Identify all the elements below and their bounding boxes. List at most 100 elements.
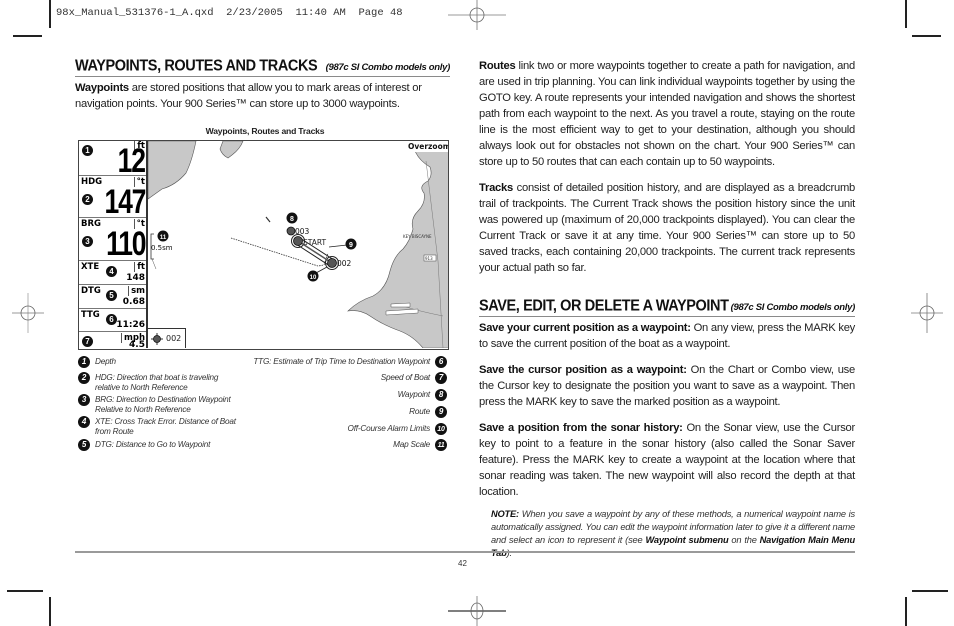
legend-number-badge: 3 <box>78 394 90 406</box>
registration-mark <box>448 596 506 626</box>
legend-item-hdg: 2 HDG: Direction that boat is traveling … <box>78 372 238 393</box>
term-tracks: Tracks <box>479 182 513 194</box>
speed-value: 4.5 <box>129 340 145 350</box>
crop-mark <box>912 590 948 592</box>
registration-mark <box>448 0 506 30</box>
legend-item-dtg: 5 DTG: Distance to Go to Waypoint <box>78 439 248 451</box>
legend-text: HDG: Direction that boat is traveling re… <box>95 373 219 392</box>
model-note: (987c SI Combo models only) <box>325 62 451 73</box>
left-column: WAYPOINTS, ROUTES AND TRACKS (987c SI Co… <box>75 57 451 112</box>
readout-label: TTG <box>81 310 100 320</box>
callout-marker: 6 <box>106 314 117 325</box>
section-header-waypoints-routes-tracks: WAYPOINTS, ROUTES AND TRACKS (987c SI Co… <box>75 57 451 77</box>
legend-text: Map Scale <box>393 440 430 449</box>
legend-number-badge: 1 <box>78 356 90 368</box>
callout-marker-alarm-text: 10 <box>310 275 317 281</box>
callout-marker: 4 <box>106 266 117 277</box>
crop-mark <box>905 597 907 626</box>
map-scale-tick <box>151 258 157 270</box>
legend-item-alarm-limits: Off-Course Alarm Limits 10 <box>287 423 447 435</box>
callout-marker-route-text: 9 <box>349 242 353 249</box>
readout-label: BRG <box>81 219 102 229</box>
depth-value: 12 <box>117 142 146 180</box>
legend-text: Off-Course Alarm Limits <box>347 424 431 433</box>
readout-label: XTE <box>81 262 100 272</box>
legend-item-route: Route 9 <box>287 406 447 418</box>
xte-readout: XTE 4 ft 148 <box>79 262 146 285</box>
boat-heading-mark <box>265 216 271 223</box>
registration-mark <box>911 293 943 333</box>
land-mass-north <box>219 141 244 159</box>
bearing-readout: BRG °t 3 110 <box>79 219 146 261</box>
waypoint-icon-003 <box>286 226 296 236</box>
save-cursor-position-heading: Save the cursor position as a waypoint: <box>479 364 687 376</box>
save-cursor-position-paragraph: Save the cursor position as a waypoint: … <box>479 364 855 408</box>
page-number: 42 <box>458 559 467 568</box>
legend-text: Depth <box>95 357 116 366</box>
chart-map: 913 KEY BISCAYNE 003 START 002 8 9 10 11… <box>148 141 449 348</box>
legend-number-badge: 7 <box>435 372 447 384</box>
note-label: NOTE: <box>491 509 519 519</box>
crosshair-waypoint-icon <box>151 332 163 345</box>
readout-label: HDG <box>81 177 103 187</box>
waypoint-submenu-reference: Waypoint submenu <box>645 535 729 545</box>
depth-readout: 1 ft 12 <box>79 141 146 180</box>
save-sonar-history-heading: Save a position from the sonar history: <box>479 422 683 434</box>
legend-text: Route <box>409 407 430 416</box>
legend-number-badge: 4 <box>78 416 90 428</box>
callout-leader <box>315 266 328 274</box>
legend-item-brg: 3 BRG: Direction to Destination Waypoint… <box>78 394 248 415</box>
chart-screen-figure: 1 ft 12 HDG °t 2 147 BRG °t 3 110 XTE 4 … <box>78 140 449 350</box>
heading-value: 147 <box>104 183 146 221</box>
dtg-value: 0.68 <box>122 297 145 307</box>
overzoom-label: Overzoom <box>408 142 449 151</box>
dtg-readout: DTG 5 sm 0.68 <box>79 286 146 309</box>
legend-text: DTG: Distance to Go to Waypoint <box>95 440 211 449</box>
crop-mark <box>905 0 907 28</box>
callout-marker: 2 <box>82 194 93 205</box>
legend-item-xte: 4 XTE: Cross Track Error. Distance of Bo… <box>78 416 248 437</box>
figure-caption: Waypoints, Routes and Tracks <box>205 126 325 136</box>
term-routes: Routes <box>479 60 516 72</box>
save-sonar-history-paragraph: Save a position from the sonar history: … <box>479 422 855 498</box>
section-title: WAYPOINTS, ROUTES AND TRACKS <box>75 57 318 75</box>
land-mass-key-biscayne <box>347 141 448 348</box>
save-current-position-paragraph: Save your current position as a waypoint… <box>479 322 856 350</box>
legend-item-waypoint: Waypoint 8 <box>287 389 447 401</box>
term-waypoints: Waypoints <box>75 82 129 94</box>
navigation-waypoint-box: 002 <box>148 328 186 348</box>
save-current-position-heading: Save your current position as a waypoint… <box>479 322 691 334</box>
xte-value: 148 <box>126 273 145 283</box>
tracks-paragraph: Tracks consist of detailed position hist… <box>479 182 855 274</box>
nav-waypoint-label: 002 <box>166 334 182 343</box>
file-slug-line: 98x_Manual_531376-1_A.qxd 2/23/2005 11:4… <box>56 7 403 19</box>
right-column: Routes link two or more waypoints togeth… <box>479 58 855 560</box>
ttg-value: 11:26 <box>116 320 145 330</box>
waypoint-label-002: 002 <box>337 259 352 268</box>
ttg-readout: TTG 6 11:26 <box>79 310 146 332</box>
map-road-label: 913 <box>425 256 433 261</box>
callout-marker: 5 <box>106 290 117 301</box>
bearing-value: 110 <box>105 225 146 263</box>
waypoint-icon-start <box>293 236 303 246</box>
unit-label: ft <box>134 262 145 272</box>
digital-readout-panel: 1 ft 12 HDG °t 2 147 BRG °t 3 110 XTE 4 … <box>79 141 148 350</box>
land-mass-northwest <box>148 141 197 200</box>
legend-number-badge: 11 <box>435 439 447 451</box>
routes-paragraph: Routes link two or more waypoints togeth… <box>479 60 855 168</box>
map-place-label: KEY BISCAYNE <box>403 234 432 239</box>
callout-marker: 3 <box>82 236 93 247</box>
model-note: (987c SI Combo models only) <box>730 302 856 313</box>
registration-mark <box>12 293 44 333</box>
waypoint-label-003: 003 <box>295 227 310 236</box>
crop-mark <box>49 0 51 28</box>
legend-item-depth: 1 Depth <box>78 356 248 368</box>
legend-number-badge: 9 <box>435 406 447 418</box>
legend-number-badge: 8 <box>435 389 447 401</box>
speed-readout: 7 mph 4.5 <box>79 333 146 350</box>
callout-marker-scale-text: 11 <box>160 235 167 241</box>
readout-label: DTG <box>81 286 101 296</box>
legend-text: Speed of Boat <box>380 373 430 382</box>
crop-mark <box>49 597 51 626</box>
callout-marker: 7 <box>82 336 93 347</box>
